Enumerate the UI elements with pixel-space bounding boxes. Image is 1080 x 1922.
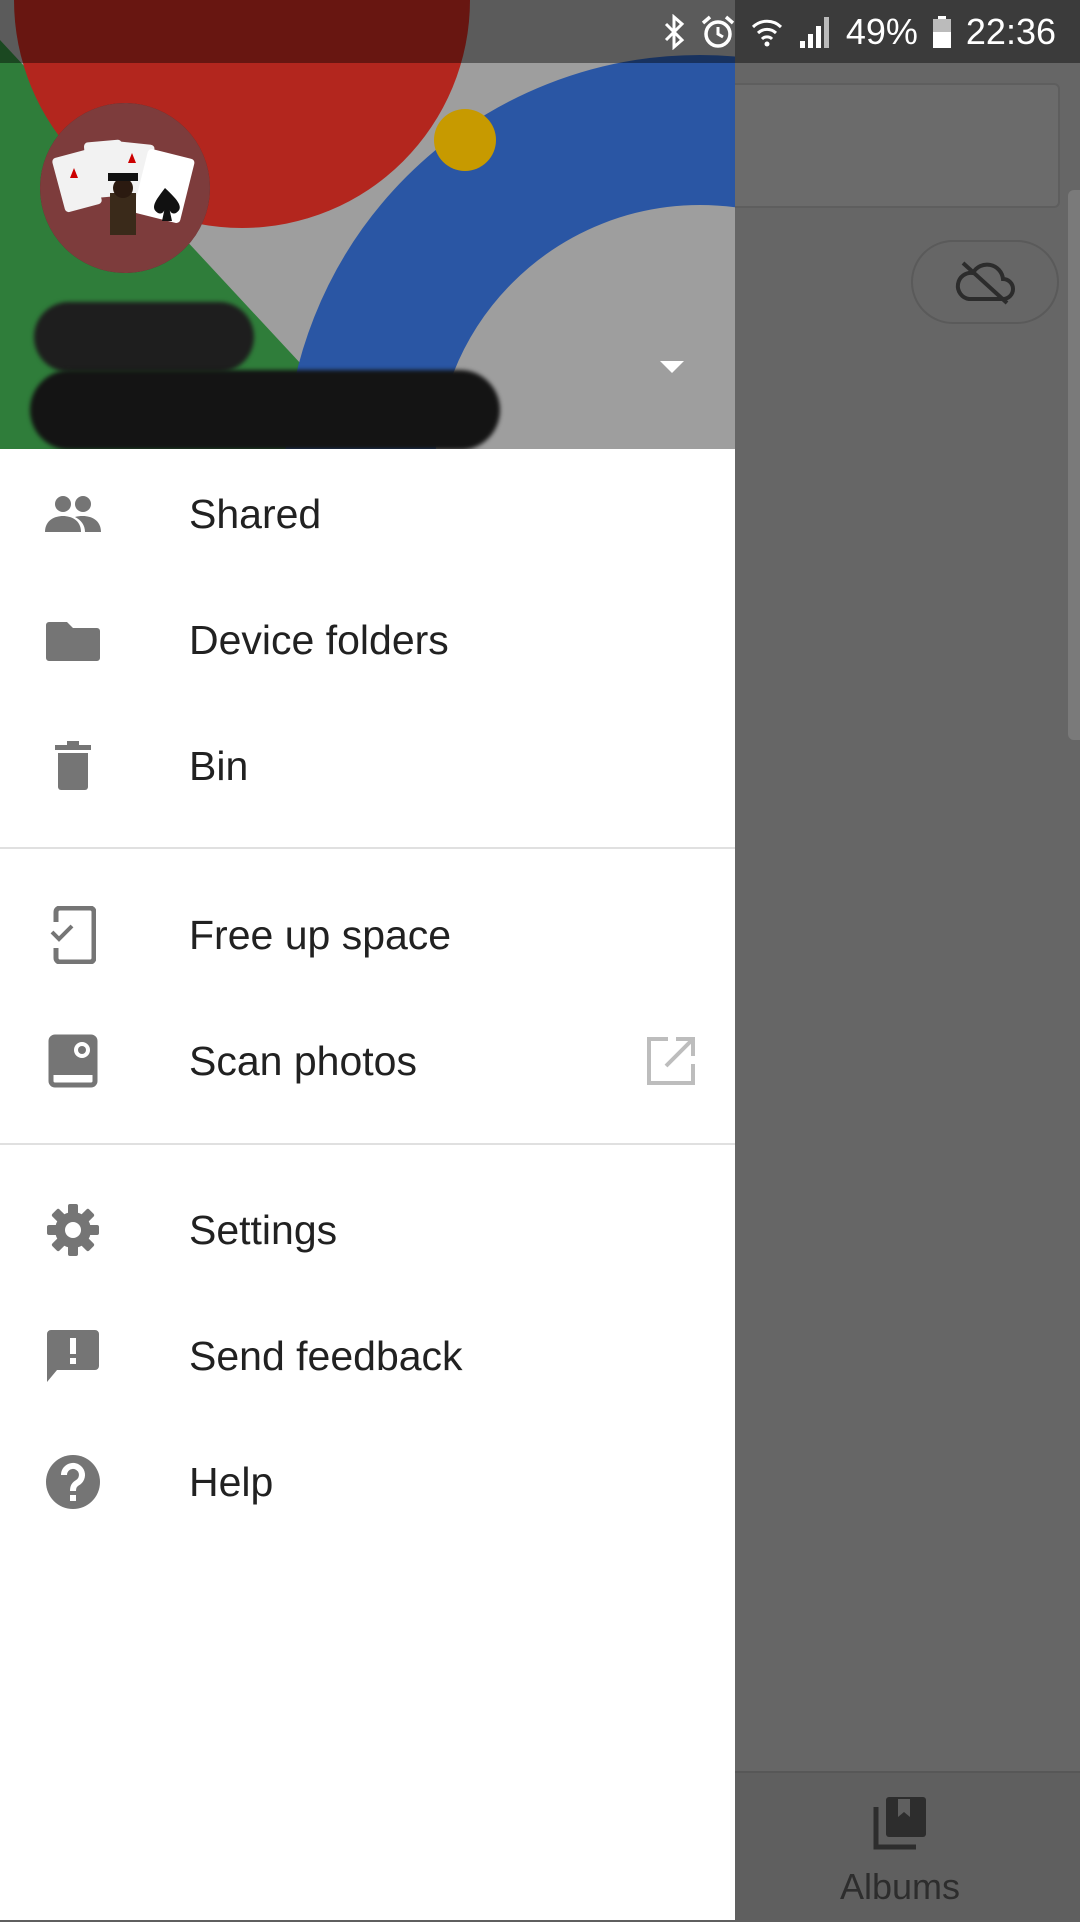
menu-item-label: Free up space xyxy=(189,911,452,958)
menu-item-bin[interactable]: Bin xyxy=(0,703,735,829)
status-bar: 49% 22:36 xyxy=(0,0,1080,63)
background-cloud-off-button xyxy=(911,240,1059,324)
menu-item-label: Bin xyxy=(189,742,249,789)
menu-item-label: Help xyxy=(189,1458,274,1505)
menu-item-send-feedback[interactable]: Send feedback xyxy=(0,1293,735,1419)
menu-item-help[interactable]: Help xyxy=(0,1419,735,1545)
menu-item-label: Settings xyxy=(189,1206,338,1253)
menu-section-tools: Free up space Scan photos xyxy=(0,872,735,1124)
account-avatar[interactable] xyxy=(40,103,210,273)
menu-item-label: Device folders xyxy=(189,616,449,663)
folder-icon xyxy=(40,607,106,673)
drawer-header xyxy=(0,0,735,449)
menu-item-settings[interactable]: Settings xyxy=(0,1167,735,1293)
menu-item-free-up-space[interactable]: Free up space xyxy=(0,872,735,998)
alarm-icon xyxy=(700,14,736,50)
phone-check-icon xyxy=(40,902,106,968)
wifi-icon xyxy=(750,15,784,49)
signal-icon xyxy=(798,15,832,49)
background-scroll-indicator xyxy=(1068,190,1080,740)
redacted-account-email xyxy=(30,370,500,449)
open-external-icon xyxy=(643,1033,699,1089)
menu-item-label: Shared xyxy=(189,490,322,537)
trash-icon xyxy=(40,733,106,799)
battery-icon xyxy=(932,15,952,49)
albums-icon xyxy=(873,1797,926,1850)
menu-item-label: Send feedback xyxy=(189,1332,463,1379)
albums-label: Albums xyxy=(839,1866,961,1907)
clock: 22:36 xyxy=(965,10,1056,52)
navigation-drawer: Shared Device folders Bin Free up space xyxy=(0,0,735,1920)
gear-icon xyxy=(40,1197,106,1263)
help-icon xyxy=(40,1449,106,1515)
redacted-account-name xyxy=(34,302,254,372)
account-switcher-dropdown[interactable] xyxy=(652,352,692,382)
divider xyxy=(0,1143,735,1145)
avatar-image xyxy=(40,103,210,273)
background-search-bar xyxy=(710,83,1060,208)
divider xyxy=(0,847,735,849)
photoscan-icon xyxy=(40,1028,106,1094)
menu-item-scan-photos[interactable]: Scan photos xyxy=(0,998,735,1124)
battery-percent: 49% xyxy=(845,10,918,52)
cloud-off-icon xyxy=(955,261,1015,305)
menu-section-primary: Shared Device folders Bin xyxy=(0,451,735,829)
albums-nav-item: Albums xyxy=(830,1795,970,1908)
dropdown-arrow-icon xyxy=(660,361,684,373)
people-icon xyxy=(40,481,106,547)
menu-item-device-folders[interactable]: Device folders xyxy=(0,577,735,703)
bluetooth-icon xyxy=(662,13,686,50)
menu-item-shared[interactable]: Shared xyxy=(0,451,735,577)
feedback-icon xyxy=(40,1323,106,1389)
menu-section-support: Settings Send feedback Help xyxy=(0,1167,735,1545)
menu-item-label: Scan photos xyxy=(189,1037,417,1084)
